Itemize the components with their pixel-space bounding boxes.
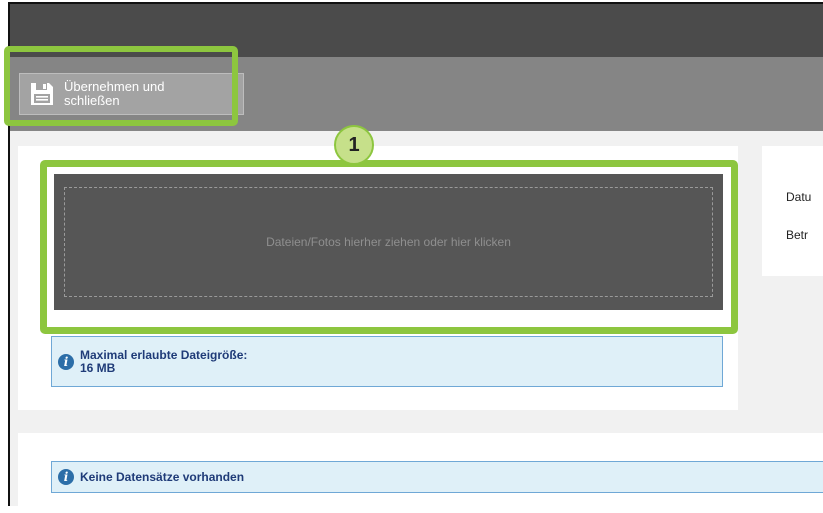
save-and-close-label: Übernehmen und schließen (64, 79, 165, 108)
info-icon: i (58, 353, 74, 370)
dropzone-border: Dateien/Fotos hierher ziehen oder hier k… (64, 187, 713, 297)
toolbar: Übernehmen und schließen (10, 57, 823, 131)
max-size-info-box: i Maximal erlaubte Dateigröße: 16 MB (51, 336, 723, 387)
max-size-value: 16 MB (80, 360, 116, 375)
no-records-info-box: i Keine Datensätze vorhanden (51, 461, 823, 493)
step-badge: 1 (334, 125, 374, 165)
save-and-close-button[interactable]: Übernehmen und schließen (19, 73, 244, 115)
max-size-label: Maximal erlaubte Dateigröße: (80, 347, 248, 362)
file-dropzone[interactable]: Dateien/Fotos hierher ziehen oder hier k… (54, 174, 723, 310)
details-panel: Datu Betr (762, 146, 823, 276)
field-label-amount: Betr (786, 228, 809, 242)
field-label-date: Datu (786, 190, 812, 204)
info-icon: i (58, 469, 74, 485)
top-bar (10, 4, 823, 57)
no-records-text: Keine Datensätze vorhanden (80, 470, 245, 484)
floppy-disk-icon (31, 83, 53, 105)
dropzone-text: Dateien/Fotos hierher ziehen oder hier k… (266, 235, 511, 249)
